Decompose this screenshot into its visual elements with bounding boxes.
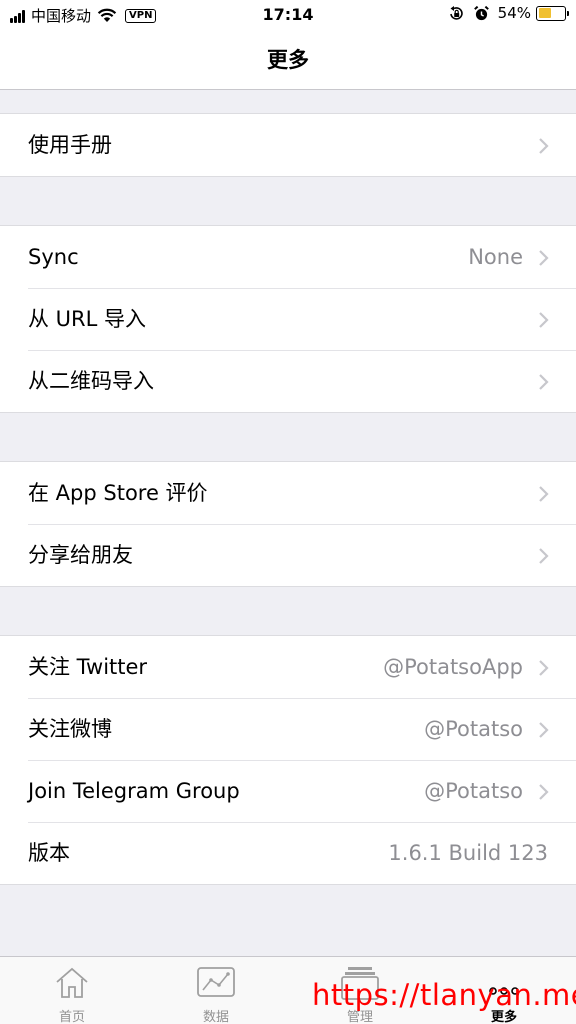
row-version: 版本 1.6.1 Build 123 (0, 822, 576, 884)
row-join-telegram[interactable]: Join Telegram Group @Potatso (0, 760, 576, 822)
chart-icon (197, 967, 235, 997)
row-import-qrcode[interactable]: 从二维码导入 (0, 350, 576, 412)
row-follow-weibo[interactable]: 关注微博 @Potatso (0, 698, 576, 760)
row-label: Join Telegram Group (28, 779, 240, 803)
row-label: 使用手册 (28, 133, 112, 157)
row-import-url[interactable]: 从 URL 导入 (0, 288, 576, 350)
row-label: Sync (28, 245, 79, 269)
battery-fill (538, 8, 552, 18)
row-label: 在 App Store 评价 (28, 481, 208, 505)
status-right: 54% (448, 4, 569, 22)
settings-group: Sync None 从 URL 导入 从二维码导入 (0, 225, 576, 413)
row-detail: @Potatso (424, 779, 523, 803)
chevron-right-icon (539, 784, 549, 800)
settings-group: 在 App Store 评价 分享给朋友 (0, 461, 576, 587)
tab-home[interactable]: 首页 (0, 957, 144, 1024)
status-bar: 中国移动 VPN 17:14 54% (0, 0, 576, 30)
chevron-right-icon (539, 312, 549, 328)
chevron-right-icon (539, 722, 549, 738)
page-title: 更多 (267, 48, 309, 72)
battery-icon (536, 5, 569, 21)
alarm-icon (473, 5, 489, 20)
settings-group: 关注 Twitter @PotatsoApp 关注微博 @Potatso Joi… (0, 635, 576, 885)
row-share-friends[interactable]: 分享给朋友 (0, 524, 576, 586)
row-label: 分享给朋友 (28, 543, 133, 567)
row-label: 从 URL 导入 (28, 307, 147, 331)
chevron-right-icon (539, 486, 549, 502)
tab-label: 首页 (58, 1010, 85, 1024)
watermark-url: https://tlanyan.me (312, 978, 576, 1012)
lock-rotation-icon (449, 5, 463, 20)
row-detail: None (468, 245, 523, 269)
chevron-right-icon (539, 138, 549, 154)
row-sync[interactable]: Sync None (0, 226, 576, 288)
navigation-bar: 更多 (0, 30, 576, 90)
battery-percent: 54% (497, 4, 531, 22)
chevron-right-icon (539, 660, 549, 676)
row-label: 版本 (28, 841, 70, 865)
tab-data[interactable]: 数据 (144, 957, 288, 1024)
row-label: 从二维码导入 (28, 369, 154, 393)
home-icon (56, 967, 88, 998)
row-detail: @Potatso (424, 717, 523, 741)
row-follow-twitter[interactable]: 关注 Twitter @PotatsoApp (0, 636, 576, 698)
row-label: 关注 Twitter (28, 655, 148, 679)
tab-label: 数据 (202, 1010, 229, 1024)
chevron-right-icon (539, 374, 549, 390)
settings-group: 使用手册 (0, 113, 576, 177)
row-label: 关注微博 (28, 717, 112, 741)
chevron-right-icon (539, 548, 549, 564)
chevron-right-icon (539, 250, 549, 266)
row-user-manual[interactable]: 使用手册 (0, 114, 576, 176)
version-value: 1.6.1 Build 123 (388, 841, 548, 865)
row-rate-app-store[interactable]: 在 App Store 评价 (0, 462, 576, 524)
row-detail: @PotatsoApp (383, 655, 523, 679)
